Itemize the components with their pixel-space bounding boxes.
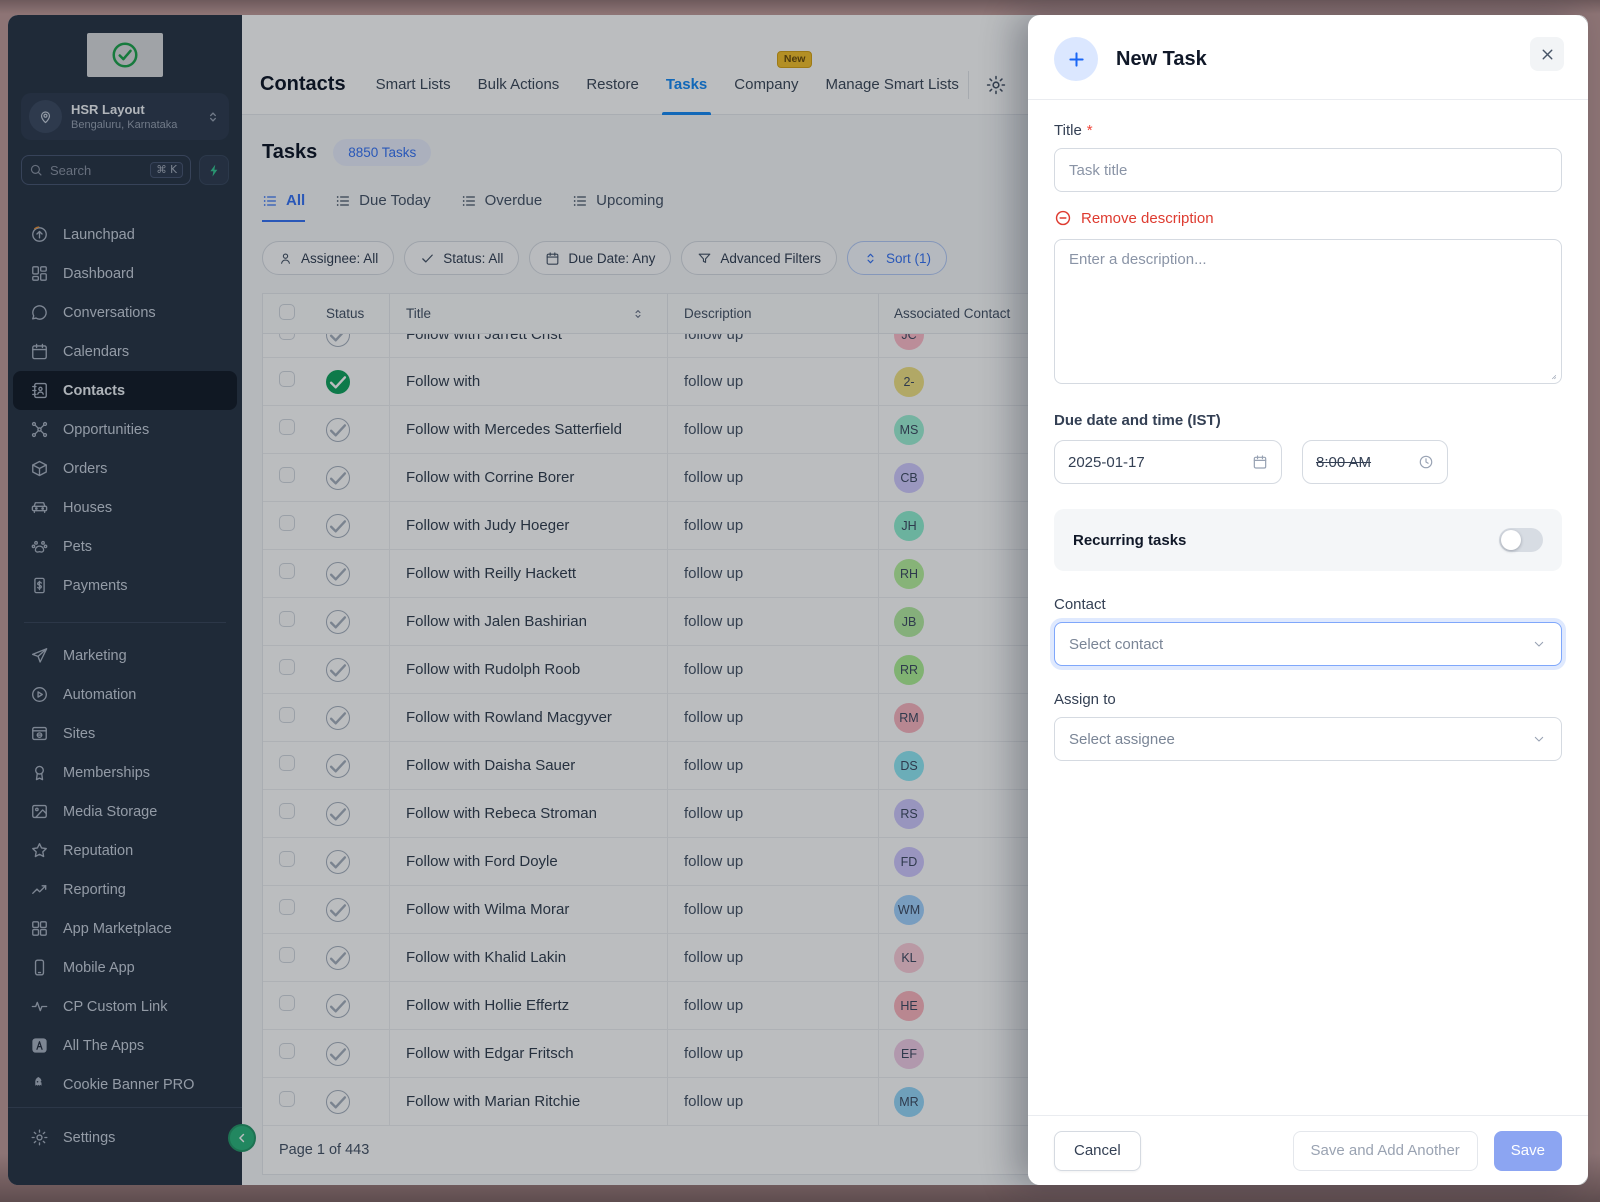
cancel-button[interactable]: Cancel xyxy=(1054,1131,1141,1171)
remove-description-link[interactable]: Remove description xyxy=(1054,209,1562,227)
required-mark: * xyxy=(1087,122,1093,139)
calendar-icon xyxy=(1252,454,1268,470)
due-date-input[interactable]: 2025-01-17 xyxy=(1054,440,1282,484)
save-button[interactable]: Save xyxy=(1494,1131,1562,1171)
assign-to-label: Assign to xyxy=(1054,691,1562,708)
clock-icon xyxy=(1418,454,1434,470)
recurring-tasks-label: Recurring tasks xyxy=(1073,532,1186,549)
new-task-drawer: New Task Title * Remove description xyxy=(1028,15,1588,1185)
recurring-toggle[interactable] xyxy=(1499,528,1543,552)
close-button[interactable] xyxy=(1530,37,1564,71)
due-date-label: Due date and time (IST) xyxy=(1054,412,1562,429)
due-time-input[interactable]: 8:00 AM xyxy=(1302,440,1448,484)
plus-icon xyxy=(1066,49,1087,70)
contact-select[interactable]: Select contact xyxy=(1054,622,1562,666)
contact-label: Contact xyxy=(1054,596,1562,613)
description-textarea[interactable] xyxy=(1054,239,1562,384)
recurring-tasks-section: Recurring tasks xyxy=(1054,509,1562,571)
desktop-background: HSR Layout Bengaluru, Karnataka Search ⌘… xyxy=(0,0,1600,1202)
minus-circle-icon xyxy=(1054,209,1072,227)
drawer-title: New Task xyxy=(1116,48,1207,71)
close-icon xyxy=(1539,46,1556,63)
task-title-input[interactable] xyxy=(1054,148,1562,192)
chevron-down-icon xyxy=(1531,731,1547,747)
save-and-add-another-button[interactable]: Save and Add Another xyxy=(1293,1131,1478,1171)
assignee-select[interactable]: Select assignee xyxy=(1054,717,1562,761)
app-window: HSR Layout Bengaluru, Karnataka Search ⌘… xyxy=(8,15,1588,1185)
title-field-label: Title xyxy=(1054,122,1082,139)
chevron-down-icon xyxy=(1531,636,1547,652)
